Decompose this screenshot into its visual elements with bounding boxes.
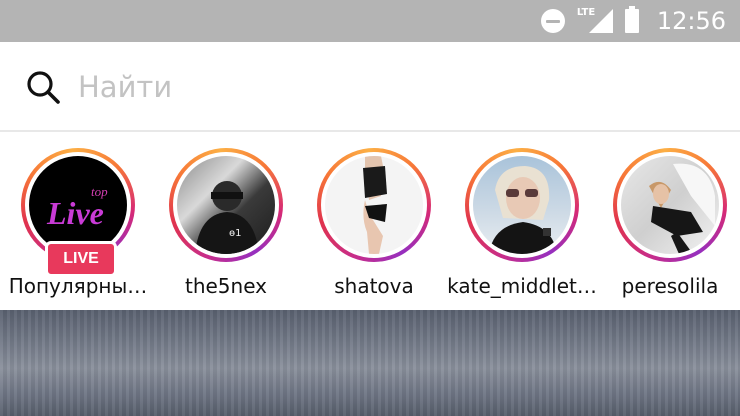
feed-image-preview[interactable]: [0, 310, 740, 416]
story-item[interactable]: ɵ1 the5nex: [156, 148, 296, 308]
do-not-disturb-icon: [540, 9, 565, 33]
story-item[interactable]: shatova: [304, 148, 444, 308]
story-username: Популярны…: [8, 274, 148, 298]
live-badge: LIVE: [45, 241, 117, 277]
stories-tray: top Live LIVE Популярны… ɵ1 the5nex shat…: [0, 132, 740, 310]
story-ring: [613, 148, 727, 262]
story-username: peresolila: [621, 274, 719, 298]
avatar: top Live: [29, 156, 127, 254]
avatar: [473, 156, 571, 254]
story-ring: [317, 148, 431, 262]
status-icons: LTE 12:56: [540, 0, 726, 42]
svg-text:ɵ1: ɵ1: [229, 228, 241, 239]
avatar: [325, 156, 423, 254]
story-username: shatova: [334, 274, 414, 298]
search-input[interactable]: [78, 64, 678, 110]
story-item[interactable]: peresolila: [600, 148, 740, 308]
story-item-popular-live[interactable]: top Live LIVE Популярны…: [8, 148, 148, 308]
story-ring: [465, 148, 579, 262]
story-item[interactable]: kate_middlet…: [447, 148, 597, 308]
avatar: ɵ1: [177, 156, 275, 254]
search-icon[interactable]: [26, 70, 60, 104]
status-bar: LTE 12:56: [0, 0, 740, 42]
search-bar: [0, 42, 740, 132]
story-username: kate_middlet…: [447, 274, 597, 298]
avatar-text-main: Live: [46, 195, 104, 231]
avatar: [621, 156, 719, 254]
top-live-logo: top Live: [46, 184, 108, 231]
signal-icon: LTE: [575, 7, 615, 35]
story-ring: ɵ1: [169, 148, 283, 262]
story-username: the5nex: [184, 274, 267, 298]
battery-icon: [624, 6, 639, 33]
clock: 12:56: [656, 7, 726, 35]
